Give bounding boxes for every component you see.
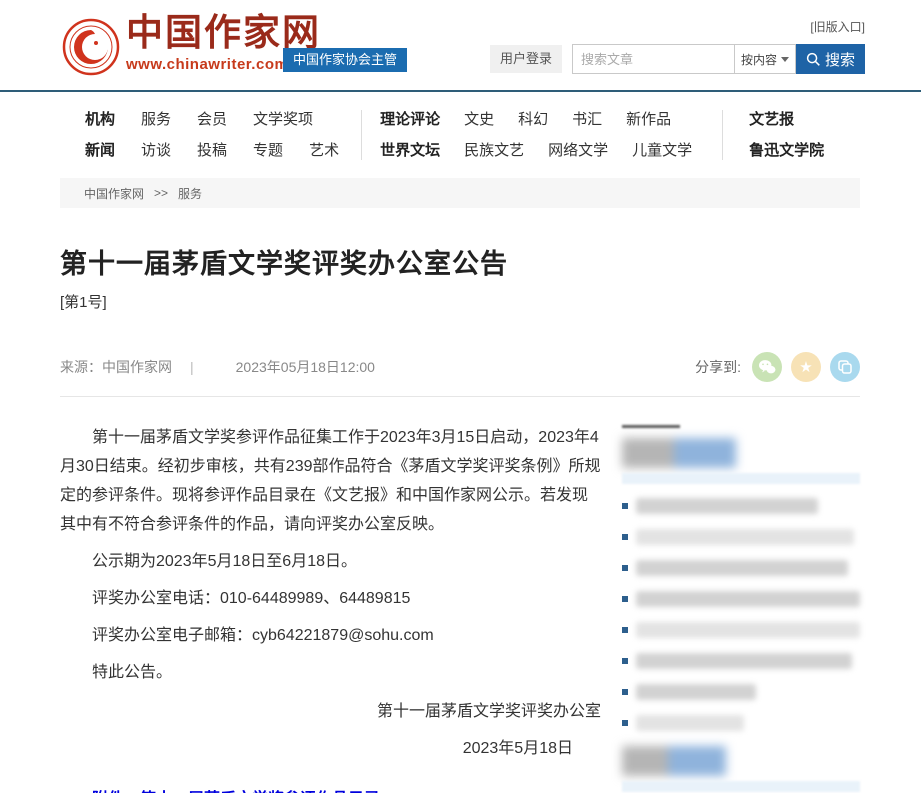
breadcrumb-separator: >>: [154, 186, 168, 200]
nav-item-wangluowenxue[interactable]: 网络文学: [548, 139, 608, 160]
user-login-button[interactable]: 用户登录: [490, 45, 562, 73]
bullet-icon: [622, 720, 628, 726]
bullet-icon: [622, 534, 628, 540]
nav-item-shijiewentan[interactable]: 世界文坛: [380, 139, 440, 160]
sidebar-header-bar: [622, 473, 860, 484]
main-nav: 机构 服务 会员 文学奖项 新闻 访谈 投稿 专题 艺术 理论评论 文史 科幻 …: [0, 92, 921, 174]
sidebar-header-placeholder: [622, 438, 860, 468]
source-label: 来源：: [60, 357, 102, 377]
nav-item-luxunwenxueyuan[interactable]: 鲁迅文学院: [749, 139, 824, 160]
article-body: 第十一届茅盾文学奖参评作品征集工作于2023年3月15日启动，2023年4月30…: [60, 423, 601, 793]
sidebar-item-placeholder[interactable]: [622, 591, 860, 607]
page-title: 第十一届茅盾文学奖评奖办公室公告: [60, 242, 860, 281]
chevron-down-icon: [781, 57, 789, 62]
nav-item-wenshi[interactable]: 文史: [464, 108, 494, 129]
sidebar-item-placeholder[interactable]: [622, 529, 860, 545]
sidebar-list: [622, 498, 860, 731]
nav-item-fuwu[interactable]: 服务: [141, 108, 171, 129]
bullet-icon: [622, 503, 628, 509]
nav-item-wenxuejiangxiang[interactable]: 文学奖项: [253, 108, 313, 129]
sidebar-item-placeholder[interactable]: [622, 653, 860, 669]
divider: [60, 396, 860, 397]
nav-item-jigou[interactable]: 机构: [85, 108, 115, 129]
breadcrumb-current[interactable]: 服务: [178, 185, 202, 202]
nav-item-fangtan[interactable]: 访谈: [141, 139, 171, 160]
sidebar-item-placeholder[interactable]: [622, 560, 860, 576]
sidebar-tab-underline: [622, 425, 680, 428]
bullet-icon: [622, 596, 628, 602]
article-meta: 来源： 中国作家网 | 2023年05月18日12:00: [60, 357, 375, 377]
search-input[interactable]: [572, 44, 734, 74]
paragraph: 评奖办公室电子邮箱：cyb64221879@sohu.com: [60, 621, 601, 650]
breadcrumb: 中国作家网 >> 服务: [60, 178, 860, 208]
nav-divider: [722, 110, 723, 160]
paragraph: 评奖办公室电话：010-64489989、64489815: [60, 584, 601, 613]
bullet-icon: [622, 689, 628, 695]
nav-divider: [361, 110, 362, 160]
meta-separator: |: [190, 359, 194, 375]
share-label: 分享到:: [695, 357, 741, 377]
nav-item-tougao[interactable]: 投稿: [197, 139, 227, 160]
sidebar-item-placeholder[interactable]: [622, 622, 860, 638]
star-share-icon[interactable]: ★: [791, 352, 821, 382]
nav-item-huiyuan[interactable]: 会员: [197, 108, 227, 129]
attachment-link[interactable]: 附件：第十一届茅盾文学奖参评作品目录: [60, 785, 380, 793]
bullet-icon: [622, 627, 628, 633]
nav-item-yishu[interactable]: 艺术: [309, 139, 339, 160]
nav-item-xinzuopin[interactable]: 新作品: [626, 108, 671, 129]
paragraph: 公示期为2023年5月18日至6月18日。: [60, 547, 601, 576]
breadcrumb-root[interactable]: 中国作家网: [84, 185, 144, 202]
supervisor-badge: 中国作家协会主管: [283, 48, 407, 72]
nav-item-wenyibao[interactable]: 文艺报: [749, 108, 794, 129]
nav-item-ertongwenxue[interactable]: 儿童文学: [632, 139, 692, 160]
signature: 第十一届茅盾文学奖评奖办公室: [60, 697, 601, 726]
paragraph: 特此公告。: [60, 658, 601, 687]
sidebar-item-placeholder[interactable]: [622, 715, 860, 731]
magnifier-icon: [806, 52, 821, 67]
nav-item-zhuanti[interactable]: 专题: [253, 139, 283, 160]
wechat-share-icon[interactable]: [752, 352, 782, 382]
sidebar-item-placeholder[interactable]: [622, 498, 860, 514]
nav-item-shuhui[interactable]: 书汇: [572, 108, 602, 129]
sidebar-item-placeholder[interactable]: [622, 684, 860, 700]
related-sidebar: [622, 423, 860, 793]
search-button[interactable]: 搜索: [796, 44, 865, 74]
site-header: 中国作家网 www.chinawriter.com.cn 中国作家协会主管 [旧…: [0, 0, 921, 92]
nav-item-minzuwenyi[interactable]: 民族文艺: [464, 139, 524, 160]
paragraph: 第十一届茅盾文学奖参评作品征集工作于2023年3月15日启动，2023年4月30…: [60, 423, 601, 539]
search-filter-select[interactable]: 按内容: [734, 44, 796, 74]
sidebar-header-bar: [622, 781, 860, 792]
bullet-icon: [622, 658, 628, 664]
nav-item-lilunpinglun[interactable]: 理论评论: [380, 108, 440, 129]
nav-item-xinwen[interactable]: 新闻: [85, 139, 115, 160]
nav-item-kehuan[interactable]: 科幻: [518, 108, 548, 129]
logo-emblem-icon: [62, 18, 120, 76]
publish-datetime: 2023年05月18日12:00: [236, 357, 375, 377]
signature-date: 2023年5月18日: [60, 734, 601, 763]
issue-number: [第1号]: [60, 291, 860, 312]
source-value: 中国作家网: [102, 357, 172, 377]
old-version-link[interactable]: [旧版入口]: [810, 18, 865, 35]
bullet-icon: [622, 565, 628, 571]
copy-share-icon[interactable]: [830, 352, 860, 382]
sidebar-header-placeholder: [622, 746, 860, 776]
